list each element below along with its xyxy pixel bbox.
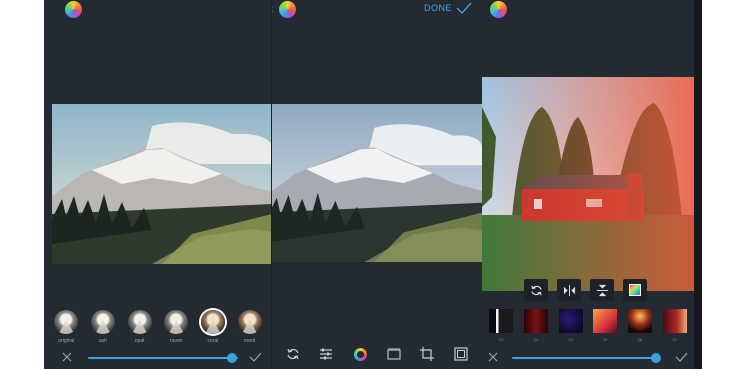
flip-vertical-button[interactable] (590, 279, 614, 301)
filter-thumbnail (200, 310, 225, 334)
flip-horizontal-icon (563, 284, 575, 296)
app-logo-icon[interactable] (65, 1, 82, 18)
filter-label: coral (207, 338, 219, 344)
edit-screen: ‹ DONE (272, 0, 482, 369)
adjust-icon (320, 348, 333, 360)
filter-thumbnail (127, 310, 152, 334)
house-photo (482, 77, 694, 291)
edit-toolbar (272, 345, 482, 363)
frame-tool[interactable] (453, 346, 469, 362)
confirm-check-icon[interactable] (675, 352, 688, 362)
filter-coral[interactable]: coral (197, 310, 229, 346)
color-button[interactable] (623, 279, 647, 301)
flip-horizontal-button[interactable] (557, 279, 581, 301)
overlay-thumbnail (662, 309, 687, 333)
overlay-controls (482, 347, 694, 369)
overlay-screen: 22 23 24 25 26 27 (482, 0, 702, 369)
filter-thumbnail (237, 310, 262, 334)
crop-tool[interactable] (419, 346, 435, 362)
filter-label: raven (170, 338, 183, 344)
frame-icon (454, 347, 468, 361)
back-chevron-icon[interactable]: ‹ (272, 0, 274, 16)
filter-label: merit (244, 338, 256, 344)
intensity-slider-handle[interactable] (227, 353, 237, 363)
color-icon (629, 284, 641, 296)
filter-thumbnail (90, 310, 115, 334)
filters-screen: original ash opal raven coral merit (44, 0, 272, 369)
rotate-button[interactable] (524, 279, 548, 301)
rotate-tool[interactable] (285, 346, 301, 362)
filter-thumbnail (164, 310, 189, 334)
overlay-27[interactable]: 27 (662, 309, 688, 345)
filter-opal[interactable]: opal (124, 310, 156, 346)
overlay-thumbnail (523, 309, 548, 333)
mountain-photo (52, 104, 272, 264)
overlay-strip: 22 23 24 25 26 27 (482, 309, 694, 345)
film-icon (387, 348, 401, 360)
rotate-icon (287, 348, 299, 360)
done-button[interactable]: DONE (424, 2, 472, 14)
overlay-26[interactable]: 26 (627, 309, 653, 345)
color-wheel-icon (353, 347, 367, 361)
mountain-photo (272, 104, 482, 262)
flip-vertical-icon (596, 284, 608, 296)
done-label: DONE (423, 3, 452, 13)
intensity-slider-track[interactable] (88, 357, 238, 359)
overlay-label: 22 (499, 337, 504, 342)
film-tool[interactable] (386, 346, 402, 362)
app-logo-icon[interactable] (279, 1, 296, 18)
app-logo-icon[interactable] (490, 1, 507, 18)
overlay-thumbnail (558, 309, 583, 333)
adjust-tool[interactable] (318, 346, 334, 362)
filter-raven[interactable]: raven (160, 310, 192, 346)
overlay-thumbnail (627, 309, 652, 333)
overlay-24[interactable]: 24 (558, 309, 584, 345)
screenshot-stage: original ash opal raven coral merit DONE… (0, 0, 750, 369)
overlay-label: 27 (672, 337, 677, 342)
overlay-thumbnail (489, 309, 514, 333)
intensity-slider-track[interactable] (512, 357, 658, 359)
filter-ash[interactable]: ash (87, 310, 119, 346)
cancel-icon[interactable] (62, 352, 72, 362)
overlay-25[interactable]: 25 (592, 309, 618, 345)
overlay-thumbnail (593, 309, 618, 333)
done-check-icon (456, 2, 472, 14)
filter-label: opal (134, 338, 145, 344)
overlay-label: 23 (533, 337, 539, 342)
filter-merit[interactable]: merit (234, 310, 266, 346)
filter-controls (44, 347, 272, 369)
overlay-label: 26 (637, 337, 643, 342)
overlay-22[interactable]: 22 (488, 309, 514, 345)
transform-controls (524, 279, 647, 301)
color-tool[interactable] (352, 346, 368, 362)
crop-icon (420, 347, 435, 361)
overlay-label: 24 (568, 337, 573, 342)
rotate-icon (530, 285, 542, 295)
overlay-label: 25 (603, 337, 608, 342)
intensity-slider-handle[interactable] (651, 353, 661, 363)
filter-label: ash (98, 338, 108, 344)
filter-thumbnail (54, 310, 79, 334)
filter-original[interactable]: original (50, 310, 82, 346)
filter-strip: original ash opal raven coral merit (44, 310, 272, 346)
confirm-check-icon[interactable] (249, 352, 262, 362)
filter-label: original (58, 338, 75, 344)
cancel-icon[interactable] (488, 352, 498, 362)
overlay-23[interactable]: 23 (523, 309, 549, 345)
